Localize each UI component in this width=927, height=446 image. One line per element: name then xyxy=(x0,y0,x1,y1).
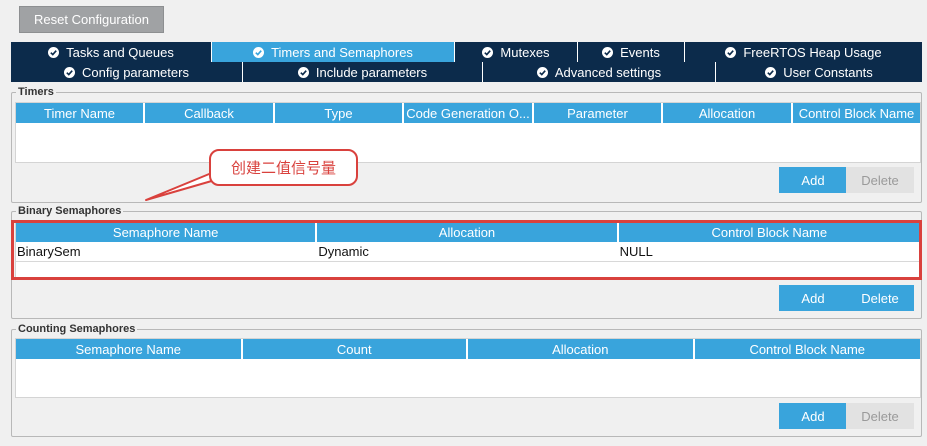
check-circle-icon xyxy=(48,46,60,58)
tab-timers-and-semaphores[interactable]: Timers and Semaphores xyxy=(212,42,455,62)
tab-label: FreeRTOS Heap Usage xyxy=(743,44,882,60)
timers-table-header: Timer Name Callback Type Code Generation… xyxy=(16,103,920,123)
tab-tasks-and-queues[interactable]: Tasks and Queues xyxy=(11,42,212,62)
tab-label: Events xyxy=(620,44,660,60)
check-circle-icon xyxy=(602,46,614,58)
column-header[interactable]: Timer Name xyxy=(16,103,145,123)
counting-semaphores-table-header: Semaphore Name Count Allocation Control … xyxy=(16,339,920,359)
tab-advanced-settings[interactable]: Advanced settings xyxy=(483,62,716,82)
column-header[interactable]: Count xyxy=(242,339,468,359)
check-circle-icon xyxy=(297,66,309,78)
annotation-callout: 创建二值信号量 xyxy=(209,149,358,186)
counting-semaphores-group-title: Counting Semaphores xyxy=(16,323,138,335)
binary-delete-button[interactable]: Delete xyxy=(846,285,914,311)
check-circle-icon xyxy=(725,46,737,58)
table-row[interactable]: BinarySem Dynamic NULL xyxy=(16,242,920,262)
tab-events[interactable]: Events xyxy=(578,42,685,62)
column-header[interactable]: Parameter xyxy=(534,103,663,123)
column-header[interactable]: Control Block Name xyxy=(618,222,920,242)
check-circle-icon xyxy=(765,66,777,78)
check-circle-icon xyxy=(482,46,494,58)
tab-user-constants[interactable]: User Constants xyxy=(716,62,922,82)
tab-row-secondary: Config parameters Include parameters Adv… xyxy=(11,62,922,82)
check-circle-icon xyxy=(64,66,76,78)
column-header[interactable]: Control Block Name xyxy=(793,103,920,123)
tab-freertos-heap-usage[interactable]: FreeRTOS Heap Usage xyxy=(685,42,922,62)
column-header[interactable]: Type xyxy=(275,103,404,123)
control-block-name-cell[interactable]: NULL xyxy=(619,242,920,261)
timers-table: Timer Name Callback Type Code Generation… xyxy=(15,102,921,163)
tab-label: Timers and Semaphores xyxy=(271,44,413,60)
column-header[interactable]: Semaphore Name xyxy=(16,339,243,359)
binary-semaphores-table: Semaphore Name Allocation Control Block … xyxy=(15,221,921,278)
binary-add-button[interactable]: Add xyxy=(779,285,847,311)
column-header[interactable]: Code Generation O... xyxy=(404,103,534,123)
counting-delete-button[interactable]: Delete xyxy=(846,403,914,429)
tab-include-parameters[interactable]: Include parameters xyxy=(243,62,483,82)
semaphore-name-cell[interactable]: BinarySem xyxy=(16,242,317,261)
tab-label: User Constants xyxy=(783,64,873,80)
tab-config-parameters[interactable]: Config parameters xyxy=(11,62,243,82)
tab-label: Config parameters xyxy=(82,64,189,80)
timers-group-title: Timers xyxy=(16,86,56,98)
timers-delete-button[interactable]: Delete xyxy=(846,167,914,193)
tab-label: Mutexes xyxy=(500,44,550,60)
tab-label: Include parameters xyxy=(315,64,428,80)
column-header[interactable]: Control Block Name xyxy=(694,339,920,359)
column-header[interactable]: Allocation xyxy=(468,339,695,359)
binary-semaphores-group-title: Binary Semaphores xyxy=(16,205,124,217)
column-header[interactable]: Allocation xyxy=(663,103,793,123)
tab-mutexes[interactable]: Mutexes xyxy=(455,42,578,62)
tab-label: Advanced settings xyxy=(554,64,662,80)
reset-configuration-button[interactable]: Reset Configuration xyxy=(19,6,164,33)
binary-semaphores-table-header: Semaphore Name Allocation Control Block … xyxy=(16,222,920,242)
column-header[interactable]: Semaphore Name xyxy=(16,222,318,242)
check-circle-icon xyxy=(253,46,265,58)
tab-row-primary: Tasks and Queues Timers and Semaphores M… xyxy=(11,42,922,62)
counting-semaphores-table: Semaphore Name Count Allocation Control … xyxy=(15,338,921,398)
timers-add-button[interactable]: Add xyxy=(779,167,847,193)
column-header[interactable]: Callback xyxy=(145,103,275,123)
counting-add-button[interactable]: Add xyxy=(779,403,847,429)
tab-label: Tasks and Queues xyxy=(66,44,174,60)
allocation-cell[interactable]: Dynamic xyxy=(317,242,618,261)
column-header[interactable]: Allocation xyxy=(317,222,619,242)
check-circle-icon xyxy=(536,66,548,78)
